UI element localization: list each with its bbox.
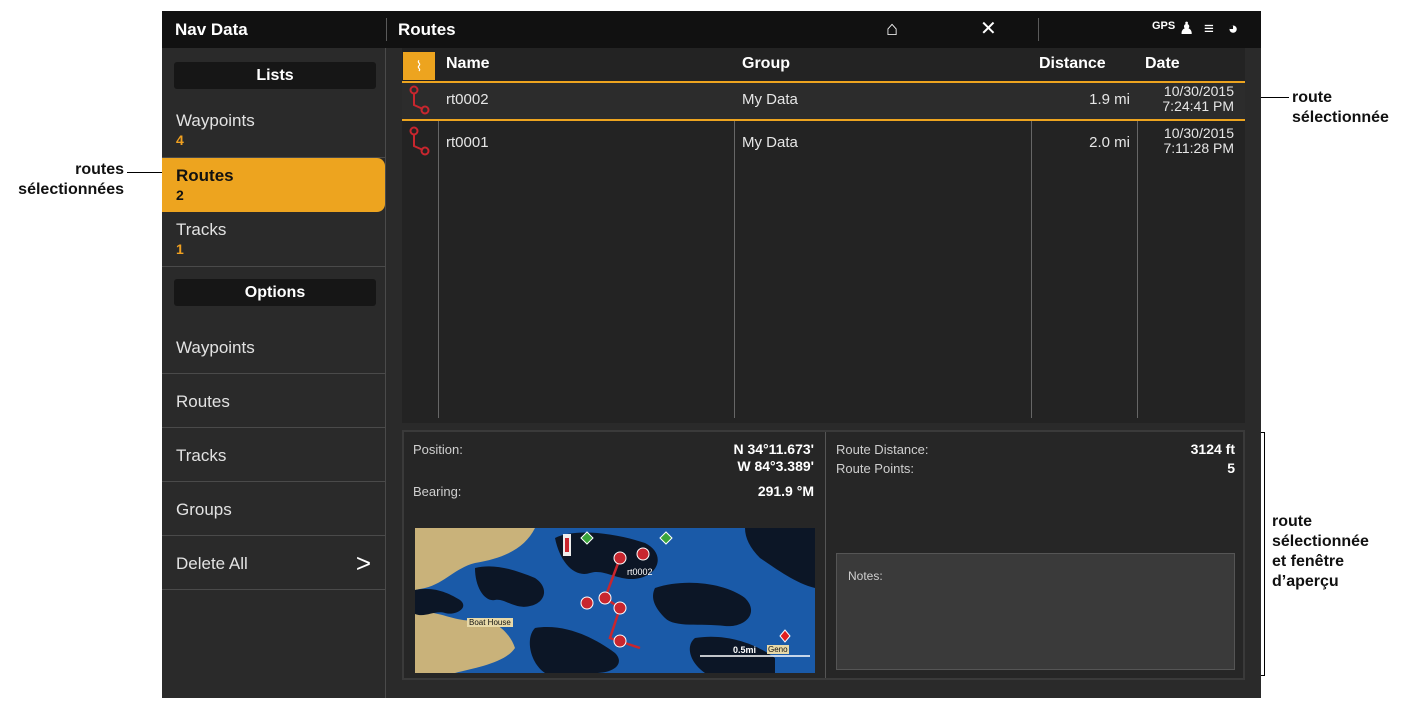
notes-label: Notes: [848,569,883,583]
options-header: Options [174,279,376,306]
route-points-value: 5 [1227,460,1235,476]
route-date: 10/30/2015 [1163,125,1234,141]
annotation-route-selected: route sélectionnée [1292,89,1389,126]
route-distance-label: Route Distance: [836,442,929,457]
route-distance-value: 3124 ft [1190,441,1235,457]
annotation-routes-selected: routes sélectionnées [18,161,124,198]
route-distance: 2.0 mi [1089,134,1130,151]
table-row[interactable]: rt0001 My Data 2.0 mi 10/30/2015 7:11:28… [402,124,1245,160]
column-header-name[interactable]: Name [446,55,490,73]
top-bar: Nav Data Routes ⌂ ✕ GPS ♟ ≡ ◕ [162,11,1261,48]
option-groups[interactable]: Groups [162,482,385,536]
gps-icon: GPS [1152,20,1176,32]
map-route-label: rt0002 [627,567,653,577]
sidebar: Lists Waypoints 4 Routes 2 Tracks 1 Opti… [162,48,386,698]
nav-data-title: Nav Data [175,20,248,39]
sidebar-item-count: 2 [176,187,184,203]
map-cursor-label: Geno [767,645,789,654]
sidebar-item-count: 1 [176,241,184,257]
person-icon: ♟ [1179,19,1195,38]
sidebar-item-count: 4 [176,132,184,148]
sidebar-item-label: Waypoints [176,111,255,130]
device-screen: Nav Data Routes ⌂ ✕ GPS ♟ ≡ ◕ Lists Wayp… [162,11,1261,698]
position-label: Position: [413,442,463,457]
option-label: Delete All [176,554,248,573]
position-lon: W 84°3.389' [737,458,814,474]
table-row[interactable]: rt0002 My Data 1.9 mi 10/30/2015 7:24:41… [402,81,1245,121]
route-distance: 1.9 mi [1089,91,1130,108]
option-waypoints[interactable]: Waypoints [162,320,385,374]
routes-title: Routes [398,20,456,39]
option-tracks[interactable]: Tracks [162,428,385,482]
column-header-group[interactable]: Group [742,55,790,73]
route-time: 7:24:41 PM [1162,98,1234,114]
clock-icon: ◕ [1228,19,1239,38]
home-icon[interactable]: ⌂ [886,17,898,41]
sidebar-item-label: Routes [176,166,234,185]
route-icon [409,126,430,156]
sidebar-item-waypoints[interactable]: Waypoints 4 [162,103,385,158]
sidebar-item-routes[interactable]: Routes 2 [162,158,385,212]
route-list: ⌇ Name Group Distance Date rt0002 My Dat… [402,48,1245,423]
option-label: Routes [176,392,230,411]
lists-header: Lists [174,62,376,89]
route-group: My Data [742,134,798,151]
column-header-date[interactable]: Date [1145,55,1180,73]
option-label: Tracks [176,446,227,465]
annotation-leader-line [127,172,163,173]
map-scale-label: 0.5mi [733,645,757,655]
route-points-label: Route Points: [836,461,915,476]
divider [1038,18,1039,41]
route-map-preview[interactable]: rt0002 Boat House 0.5mi Geno [415,528,815,673]
preview-divider [825,432,826,678]
notes-field[interactable]: Notes: [836,553,1235,670]
route-name: rt0001 [446,134,489,151]
position-lat: N 34°11.673' [733,441,814,457]
sonar-icon: ≡ [1204,19,1214,38]
route-group: My Data [742,91,798,108]
sidebar-item-tracks[interactable]: Tracks 1 [162,212,385,267]
divider [386,18,387,41]
column-header-distance[interactable]: Distance [1039,55,1106,73]
sort-icon[interactable]: ⌇ [403,52,435,80]
route-preview: Position: N 34°11.673' W 84°3.389' Beari… [402,430,1245,680]
option-label: Groups [176,500,232,519]
sidebar-item-label: Tracks [176,220,227,239]
chevron-right-icon: > [355,548,371,578]
delete-all-button[interactable]: Delete All > [162,536,385,590]
bearing-value: 291.9 °M [757,483,814,499]
option-routes[interactable]: Routes [162,374,385,428]
map-place-label: Boat House [467,618,513,627]
route-icon [409,85,430,115]
route-name: rt0002 [446,91,489,108]
bearing-label: Bearing: [413,484,462,499]
route-date: 10/30/2015 [1163,83,1234,99]
close-icon[interactable]: ✕ [980,17,997,41]
option-label: Waypoints [176,338,255,357]
annotation-preview-window: route sélectionnée et fenêtre d’aperçu [1272,513,1369,590]
route-time: 7:11:28 PM [1163,140,1234,156]
